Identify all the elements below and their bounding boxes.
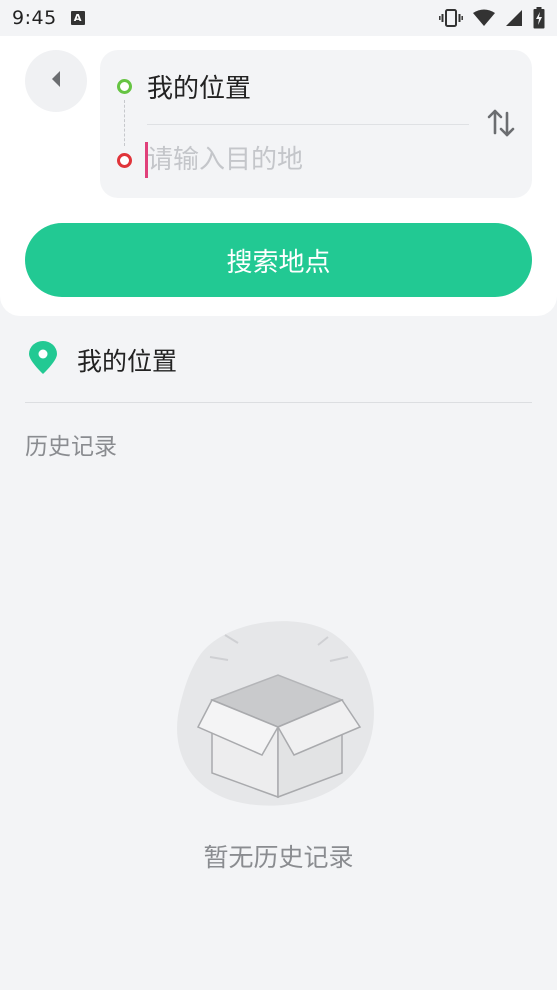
route-card: 我的位置 搜索地点: [0, 36, 557, 316]
empty-box-illustration: [170, 615, 390, 815]
route-input-box: 我的位置: [100, 50, 532, 198]
battery-charging-icon: [533, 7, 545, 29]
status-time: 9:45: [12, 7, 57, 29]
history-title: 历史记录: [25, 434, 117, 460]
my-location-label: 我的位置: [77, 347, 178, 376]
back-button[interactable]: [25, 50, 87, 112]
my-location-row[interactable]: 我的位置: [25, 320, 532, 400]
swap-arrows-icon: [486, 107, 516, 143]
vibrate-icon: [439, 8, 463, 28]
origin-field[interactable]: 我的位置: [147, 68, 251, 105]
status-bar: 9:45 A: [0, 0, 557, 36]
wifi-icon: [473, 9, 495, 27]
destination-input[interactable]: [147, 142, 447, 178]
origin-dot-icon: [117, 79, 132, 94]
route-connector: [124, 100, 125, 146]
status-icons: [439, 7, 545, 29]
swap-button[interactable]: [485, 108, 517, 142]
notification-a-icon: A: [70, 11, 85, 25]
search-place-button[interactable]: 搜索地点: [25, 223, 532, 297]
empty-history-text: 暂无历史记录: [203, 843, 354, 872]
divider: [25, 402, 532, 403]
destination-dot-icon: [117, 153, 132, 168]
back-arrow-icon: [49, 69, 63, 93]
signal-icon: [505, 9, 523, 27]
location-pin-icon: [25, 341, 59, 379]
route-divider: [147, 124, 469, 125]
page: 9:45 A 我的位置 请输入目的地 搜索地点 我的位置 历史记录 暂无历史记录: [0, 0, 557, 990]
